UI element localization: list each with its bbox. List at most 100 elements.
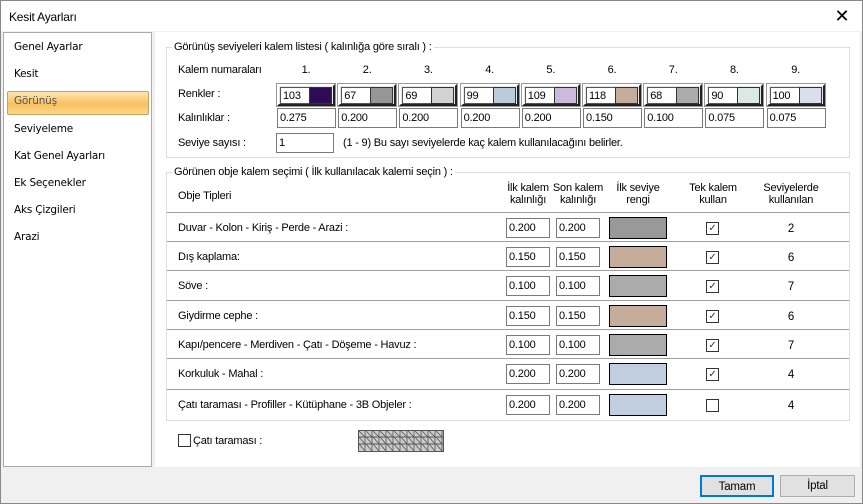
pen-number-input[interactable]: 99	[463, 87, 494, 104]
pen-number-input[interactable]: 68	[647, 87, 678, 104]
pen-thickness-input[interactable]: 0.200	[399, 108, 459, 128]
header-first-color: İlk seviye rengi	[608, 182, 668, 206]
level-count-label: Seviye sayısı :	[178, 137, 246, 149]
first-thickness-input[interactable]: 0.200	[506, 218, 550, 238]
object-type-label: Duvar - Kolon - Kiriş - Perde - Arazi :	[178, 222, 349, 234]
pen-thickness-input[interactable]: 0.075	[766, 108, 826, 128]
header-last-thickness: Son kalem kalınlığı	[550, 182, 606, 206]
first-thickness-input[interactable]: 0.150	[506, 247, 550, 267]
pen-color-picker[interactable]: 100	[765, 83, 826, 107]
used-levels-count: 7	[787, 281, 795, 293]
pen-color-picker[interactable]: 67	[337, 83, 398, 107]
pen-color-picker[interactable]: 99	[459, 83, 520, 107]
pen-thickness-input[interactable]: 0.150	[583, 108, 642, 128]
single-pen-checkbox[interactable]: ✓	[706, 339, 719, 352]
pen-color-picker[interactable]: 109	[520, 83, 581, 107]
close-icon[interactable]: ✕	[827, 5, 857, 27]
pen-thickness-input[interactable]: 0.200	[460, 108, 520, 128]
pen-color-swatch[interactable]	[553, 87, 577, 104]
first-level-color-button[interactable]	[608, 393, 668, 417]
first-level-color-button[interactable]	[608, 274, 668, 298]
first-thickness-input[interactable]: 0.200	[506, 364, 550, 384]
pen-number-input[interactable]: 90	[708, 87, 739, 104]
single-pen-checkbox[interactable]: ✓	[706, 368, 719, 381]
last-thickness-input[interactable]: 0.150	[556, 247, 600, 267]
header-line: kalınlığı	[509, 194, 547, 206]
sidebar-item-0[interactable]: Genel Ayarlar	[14, 41, 83, 53]
pen-color-swatch[interactable]	[615, 87, 638, 104]
pen-thickness-input[interactable]: 0.275	[277, 108, 336, 128]
pen-number-input[interactable]: 69	[402, 87, 433, 104]
sidebar-item-2[interactable]: Görünüş	[14, 95, 57, 107]
sidebar-item-4[interactable]: Kat Genel Ayarları	[14, 150, 105, 162]
pen-color-picker[interactable]: 68	[643, 83, 704, 107]
objects-group-title: Görünen obje kalem seçimi ( İlk kullanıl…	[172, 166, 455, 178]
thickness-label: Kalınlıklar :	[178, 112, 230, 124]
sidebar-item-3[interactable]: Seviyeleme	[14, 123, 73, 135]
pen-color-swatch[interactable]	[676, 87, 700, 104]
pen-number-input[interactable]: 109	[524, 87, 555, 104]
first-level-color-button[interactable]	[608, 304, 668, 328]
hatch-pattern-icon	[358, 430, 443, 452]
single-pen-checkbox[interactable]	[706, 399, 719, 412]
first-level-color-button[interactable]	[608, 216, 668, 240]
first-level-color-button[interactable]	[608, 245, 668, 269]
sidebar-item-7[interactable]: Arazi	[14, 231, 40, 243]
pen-color-swatch[interactable]	[798, 87, 822, 104]
pen-color-picker[interactable]: 118	[582, 83, 642, 107]
single-pen-checkbox[interactable]: ✓	[706, 310, 719, 323]
cancel-button[interactable]: İptal	[780, 475, 855, 497]
roof-hatch-pattern[interactable]	[358, 430, 444, 452]
used-levels-count: 4	[787, 369, 795, 381]
last-thickness-input[interactable]: 0.100	[556, 276, 600, 296]
pen-number-input[interactable]: 100	[769, 87, 800, 104]
single-pen-checkbox[interactable]: ✓	[706, 251, 719, 264]
pen-number-input[interactable]: 67	[341, 87, 372, 104]
first-level-color-button[interactable]	[608, 362, 668, 386]
first-level-color-button[interactable]	[608, 333, 668, 357]
pen-color-swatch[interactable]	[431, 87, 455, 104]
pen-thickness-input[interactable]: 0.200	[338, 108, 398, 128]
roof-hatch-label: Çatı taraması :	[193, 435, 263, 447]
pen-thickness-input[interactable]: 0.075	[705, 108, 765, 128]
first-thickness-input[interactable]: 0.200	[506, 395, 550, 415]
last-thickness-input[interactable]: 0.200	[556, 218, 600, 238]
ok-button[interactable]: Tamam	[700, 475, 774, 497]
pen-thickness-input[interactable]: 0.100	[644, 108, 704, 128]
sidebar-item-1[interactable]: Kesit	[14, 68, 39, 80]
window-title: Kesit Ayarları	[9, 10, 77, 24]
pen-color-swatch[interactable]	[492, 87, 516, 104]
first-thickness-input[interactable]: 0.150	[506, 306, 550, 326]
level-count-input[interactable]: 1	[276, 133, 334, 153]
object-type-label: Kapı/pencere - Merdiven - Çatı - Döşeme …	[178, 339, 417, 351]
first-thickness-input[interactable]: 0.100	[506, 335, 550, 355]
pen-number-input[interactable]: 118	[586, 87, 616, 104]
last-thickness-input[interactable]: 0.200	[556, 395, 600, 415]
last-thickness-input[interactable]: 0.150	[556, 306, 600, 326]
pen-color-swatch[interactable]	[309, 87, 332, 104]
first-thickness-input[interactable]: 0.100	[506, 276, 550, 296]
pen-color-swatch[interactable]	[370, 87, 394, 104]
pen-color-picker[interactable]: 90	[704, 83, 765, 107]
pen-color-picker[interactable]: 103	[276, 83, 336, 107]
pen-color-swatch[interactable]	[737, 87, 761, 104]
row-divider	[167, 270, 849, 271]
sidebar-item-6[interactable]: Aks Çizgileri	[14, 204, 76, 216]
pen-number-input[interactable]: 103	[280, 87, 310, 104]
roof-hatch-checkbox[interactable]	[178, 434, 191, 447]
last-thickness-input[interactable]: 0.100	[556, 335, 600, 355]
header-line: kalınlığı	[559, 194, 597, 206]
object-type-label: Çatı taraması - Profiller - Kütüphane - …	[178, 399, 412, 411]
pen-number: 2.	[362, 64, 372, 76]
pen-number: 9.	[791, 64, 800, 76]
pen-color-picker[interactable]: 69	[398, 83, 459, 107]
sidebar-item-5[interactable]: Ek Seçenekler	[14, 177, 86, 189]
header-line: İlk seviye	[616, 182, 660, 194]
last-thickness-input[interactable]: 0.200	[556, 364, 600, 384]
pen-thickness-input[interactable]: 0.200	[521, 108, 581, 128]
single-pen-checkbox[interactable]: ✓	[706, 280, 719, 293]
object-type-label: Söve :	[178, 280, 208, 292]
row-divider	[167, 389, 849, 390]
single-pen-checkbox[interactable]: ✓	[706, 222, 719, 235]
row-divider	[167, 329, 849, 330]
